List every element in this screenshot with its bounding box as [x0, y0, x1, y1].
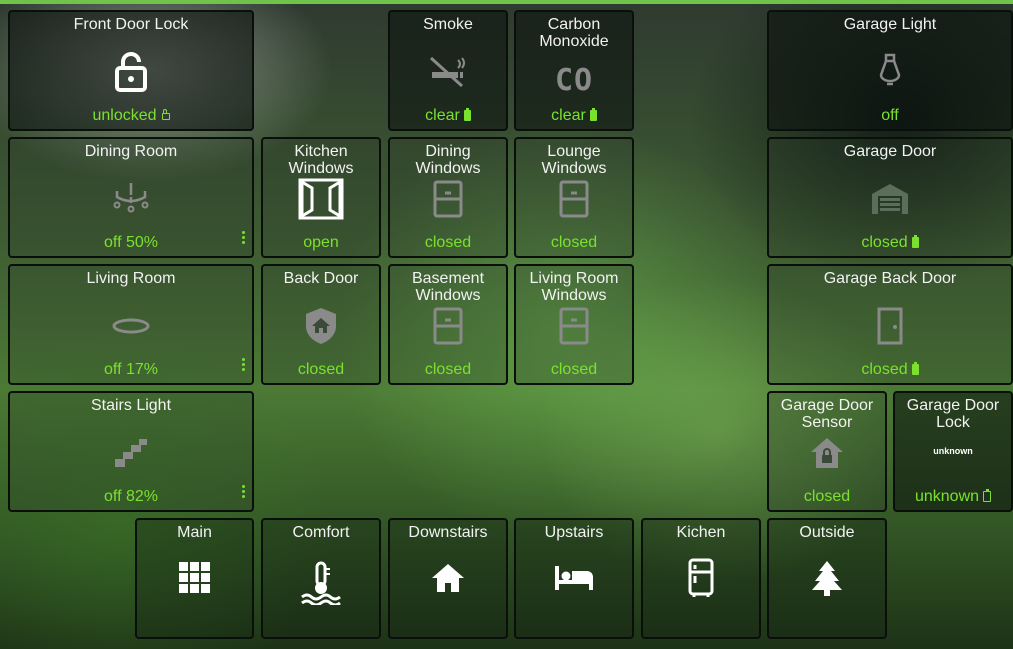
battery-full-icon — [463, 108, 471, 121]
tile-living-room[interactable]: Living Room off 17% — [8, 264, 254, 385]
nav-title: Upstairs — [544, 524, 604, 541]
nav-title: Kichen — [676, 524, 726, 541]
more-options-icon[interactable] — [242, 485, 245, 500]
lock-battery-icon — [161, 109, 170, 120]
tile-title: Garage Door Sensor — [780, 397, 874, 431]
tile-state: unlocked — [92, 107, 157, 124]
tile-state: closed — [550, 361, 598, 378]
top-accent-bar — [0, 0, 1013, 4]
tile-state: closed — [803, 488, 851, 505]
tile-state: closed — [424, 361, 472, 378]
lock-open-icon — [10, 52, 252, 92]
tile-front-door-lock[interactable]: Front Door Lock unlocked — [8, 10, 254, 131]
tile-garage-door-sensor[interactable]: Garage Door Sensor closed — [767, 391, 887, 512]
nav-comfort[interactable]: Comfort — [261, 518, 381, 639]
tile-state: off 82% — [104, 488, 158, 505]
nav-upstairs[interactable]: Upstairs — [514, 518, 634, 639]
garage-icon — [769, 179, 1011, 219]
tile-garage-light[interactable]: Garage Light off — [767, 10, 1013, 131]
more-options-icon[interactable] — [242, 358, 245, 373]
tile-title: Garage Light — [843, 16, 937, 33]
tile-title: Front Door Lock — [73, 16, 189, 33]
battery-empty-icon — [983, 489, 992, 502]
tile-title: Living Room Windows — [529, 270, 619, 304]
tile-smoke[interactable]: Smoke clear — [388, 10, 508, 131]
tile-carbon-monoxide[interactable]: Carbon Monoxide CO clear — [514, 10, 634, 131]
tile-title: Back Door — [283, 270, 359, 287]
bulb-icon — [769, 52, 1011, 92]
window-closed-icon — [516, 179, 632, 219]
nav-title: Main — [177, 524, 212, 541]
door-icon — [769, 306, 1011, 346]
tile-back-door[interactable]: Back Door closed — [261, 264, 381, 385]
tile-garage-back-door[interactable]: Garage Back Door closed — [767, 264, 1013, 385]
tile-garage-door-lock[interactable]: Garage Door Lock unknown unknown — [893, 391, 1013, 512]
nav-outside[interactable]: Outside — [767, 518, 887, 639]
thermometer-water-icon — [263, 560, 379, 606]
more-options-icon[interactable] — [242, 231, 245, 246]
tile-lounge-windows[interactable]: Lounge Windows closed — [514, 137, 634, 258]
tile-state: open — [303, 234, 339, 251]
tile-basement-windows[interactable]: Basement Windows closed — [388, 264, 508, 385]
tile-state: closed — [861, 361, 908, 378]
battery-full-icon — [911, 235, 919, 248]
window-closed-icon — [516, 306, 632, 346]
nav-title: Downstairs — [408, 524, 488, 541]
nav-downstairs[interactable]: Downstairs — [388, 518, 508, 639]
battery-full-icon — [589, 108, 597, 121]
chandelier-icon — [10, 179, 252, 219]
tile-living-room-windows[interactable]: Living Room Windows closed — [514, 264, 634, 385]
tile-state: off 50% — [104, 234, 158, 251]
tile-state: clear — [425, 107, 460, 124]
battery-full-icon — [911, 362, 919, 375]
nav-main[interactable]: Main — [135, 518, 254, 639]
tile-state: unknown — [914, 488, 980, 505]
fridge-icon — [643, 558, 759, 598]
tile-title: Dining Windows — [415, 143, 481, 177]
tile-stairs-light[interactable]: Stairs Light off 82% — [8, 391, 254, 512]
tile-garage-door[interactable]: Garage Door closed — [767, 137, 1013, 258]
tile-title: Lounge Windows — [541, 143, 607, 177]
tile-state: closed — [550, 234, 598, 251]
grid-icon — [137, 558, 252, 598]
window-open-icon — [263, 178, 379, 220]
nav-title: Outside — [799, 524, 855, 541]
tile-state: closed — [861, 234, 908, 251]
smoke-off-icon — [390, 52, 506, 92]
tile-title: Kitchen Windows — [288, 143, 354, 177]
nav-kichen[interactable]: Kichen — [641, 518, 761, 639]
tile-dining-windows[interactable]: Dining Windows closed — [388, 137, 508, 258]
co-icon: CO — [554, 62, 594, 98]
tile-state: clear — [551, 107, 586, 124]
tile-title: Stairs Light — [90, 397, 172, 414]
tile-title: Living Room — [86, 270, 176, 287]
shield-home-icon — [263, 306, 379, 346]
home-lock-icon — [769, 433, 885, 473]
tile-title: Smoke — [423, 16, 473, 33]
unknown-icon: unknown — [933, 446, 973, 456]
window-closed-icon — [390, 179, 506, 219]
tile-kitchen-windows[interactable]: Kitchen Windows open — [261, 137, 381, 258]
ceiling-light-icon — [10, 306, 252, 346]
tile-title: Garage Back Door — [823, 270, 957, 287]
tile-title: Basement Windows — [411, 270, 485, 304]
stairs-icon — [10, 433, 252, 473]
tile-title: Dining Room — [84, 143, 178, 160]
bed-icon — [516, 558, 632, 598]
tile-dining-room[interactable]: Dining Room off 50% — [8, 137, 254, 258]
tile-title: Carbon Monoxide — [539, 16, 609, 50]
tile-state: closed — [297, 361, 345, 378]
home-icon — [390, 558, 506, 598]
tile-title: Garage Door — [843, 143, 937, 160]
tile-state: closed — [424, 234, 472, 251]
nav-title: Comfort — [292, 524, 350, 541]
window-closed-icon — [390, 306, 506, 346]
pine-tree-icon — [769, 558, 885, 598]
tile-state: off — [881, 107, 899, 124]
tile-state: off 17% — [104, 361, 158, 378]
tile-title: Garage Door Lock — [906, 397, 1000, 431]
